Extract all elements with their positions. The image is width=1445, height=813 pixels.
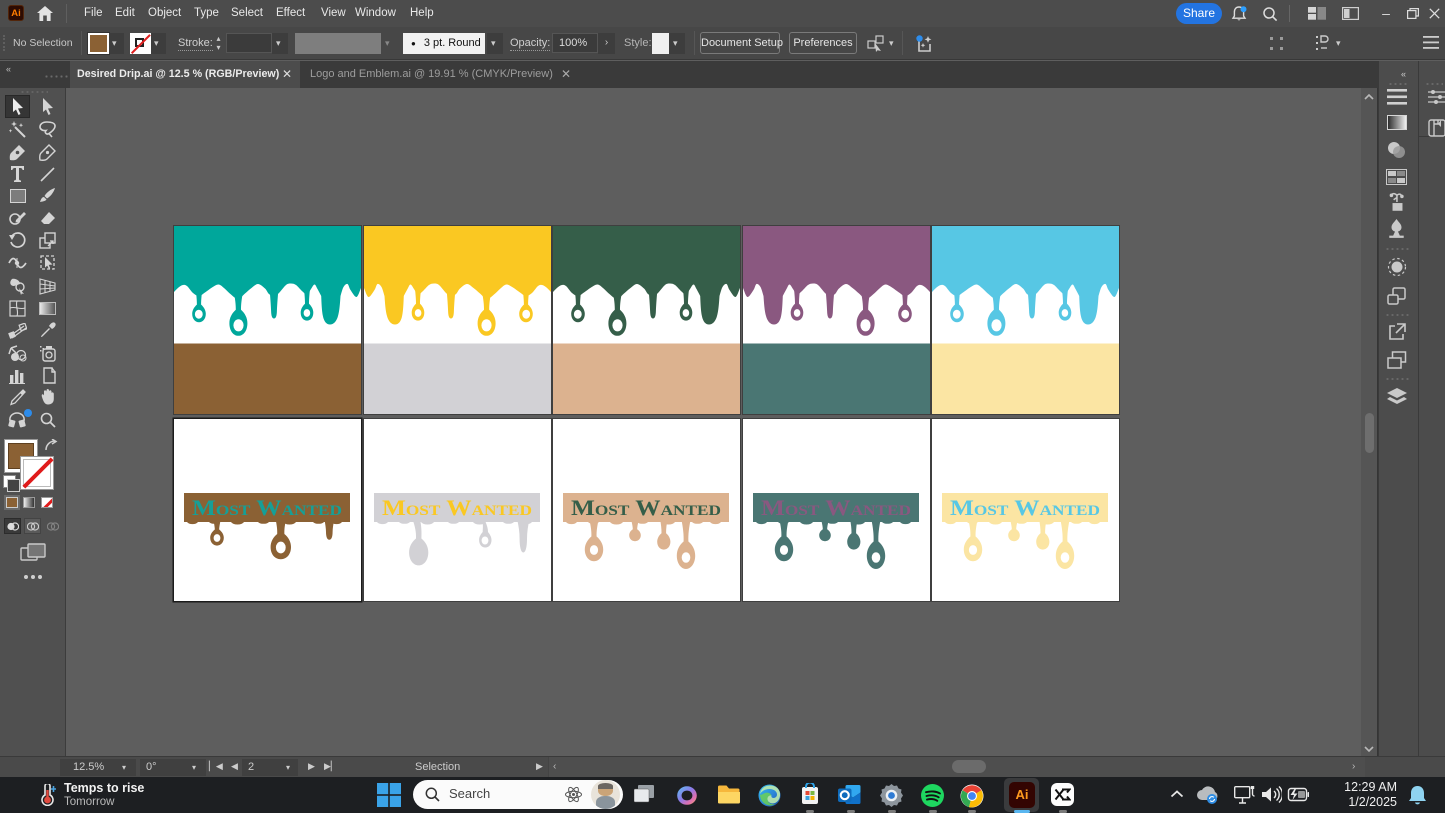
svg-text:Most Wanted: Most Wanted	[192, 495, 342, 520]
svg-text:Most Wanted: Most Wanted	[950, 495, 1100, 520]
svg-text:Most Wanted: Most Wanted	[571, 495, 721, 520]
svg-text:Most Wanted: Most Wanted	[382, 495, 532, 520]
svg-text:Most Wanted: Most Wanted	[761, 495, 911, 520]
